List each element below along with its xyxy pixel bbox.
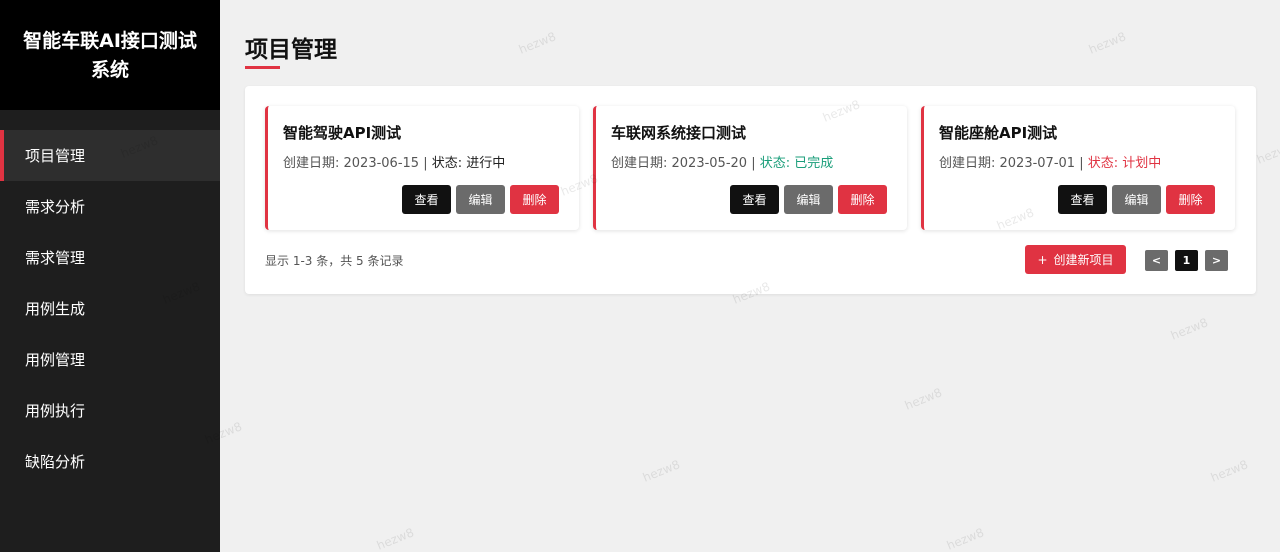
page-number-button[interactable]: 1 [1175,250,1198,271]
sidebar-item-label: 用例执行 [25,402,86,420]
title-underline [245,66,280,69]
sidebar-item-case-execution[interactable]: 用例执行 [0,385,220,436]
prev-page-button[interactable]: < [1145,250,1168,271]
sidebar-item-case-generation[interactable]: 用例生成 [0,283,220,334]
app-title: 智能车联AI接口测试系统 [0,0,220,110]
sidebar-item-label: 用例管理 [25,351,86,369]
project-card: 智能驾驶API测试 创建日期: 2023-06-15 | 状态: 进行中 查看 … [265,106,579,230]
create-project-label: 创建新项目 [1053,253,1114,267]
view-button[interactable]: 查看 [402,185,451,214]
sidebar-item-label: 缺陷分析 [25,453,86,471]
status-value: 已完成 [794,156,834,171]
edit-button[interactable]: 编辑 [1112,185,1161,214]
edit-button[interactable]: 编辑 [456,185,505,214]
view-button[interactable]: 查看 [1058,185,1107,214]
created-date: 创建日期: 2023-05-20 | [611,156,760,171]
page-title: 项目管理 [245,37,337,63]
project-panel: 智能驾驶API测试 创建日期: 2023-06-15 | 状态: 进行中 查看 … [245,86,1256,294]
sidebar-item-requirement-management[interactable]: 需求管理 [0,232,220,283]
status-label: 状态: [431,156,467,171]
create-project-button[interactable]: + 创建新项目 [1025,245,1126,274]
project-card: 智能座舱API测试 创建日期: 2023-07-01 | 状态: 计划中 查看 … [921,106,1235,230]
project-name: 智能座舱API测试 [939,124,1058,142]
plus-icon: + [1037,252,1048,267]
sidebar-item-label: 需求管理 [25,249,86,267]
sidebar: 智能车联AI接口测试系统 项目管理 需求分析 需求管理 用例生成 用例管理 用例… [0,0,220,552]
project-meta: 创建日期: 2023-07-01 | 状态: 计划中 [939,152,1161,171]
status-label: 状态: [1087,156,1123,171]
sidebar-item-defect-analysis[interactable]: 缺陷分析 [0,436,220,487]
card-actions: 查看 编辑 删除 [402,185,559,214]
created-date: 创建日期: 2023-07-01 | [939,156,1088,171]
delete-button[interactable]: 删除 [838,185,887,214]
records-count: 显示 1-3 条，共 5 条记录 [265,254,404,268]
view-button[interactable]: 查看 [730,185,779,214]
delete-button[interactable]: 删除 [510,185,559,214]
status-label: 状态: [759,156,795,171]
project-meta: 创建日期: 2023-06-15 | 状态: 进行中 [283,152,505,171]
card-actions: 查看 编辑 删除 [730,185,887,214]
project-meta: 创建日期: 2023-05-20 | 状态: 已完成 [611,152,833,171]
project-name: 车联网系统接口测试 [611,124,747,142]
status-value: 计划中 [1122,156,1162,171]
sidebar-item-project-management[interactable]: 项目管理 [0,130,220,181]
sidebar-nav: 项目管理 需求分析 需求管理 用例生成 用例管理 用例执行 缺陷分析 [0,130,220,487]
sidebar-item-label: 项目管理 [25,147,86,165]
edit-button[interactable]: 编辑 [784,185,833,214]
card-actions: 查看 编辑 删除 [1058,185,1215,214]
main-content: 项目管理 智能驾驶API测试 创建日期: 2023-06-15 | 状态: 进行… [220,0,1280,552]
sidebar-item-case-management[interactable]: 用例管理 [0,334,220,385]
project-name: 智能驾驶API测试 [283,124,402,142]
sidebar-item-requirement-analysis[interactable]: 需求分析 [0,181,220,232]
next-page-button[interactable]: > [1205,250,1228,271]
status-value: 进行中 [466,156,506,171]
delete-button[interactable]: 删除 [1166,185,1215,214]
pagination: < 1 > [1145,250,1228,271]
created-date: 创建日期: 2023-06-15 | [283,156,432,171]
sidebar-item-label: 用例生成 [25,300,86,318]
project-card: 车联网系统接口测试 创建日期: 2023-05-20 | 状态: 已完成 查看 … [593,106,907,230]
sidebar-item-label: 需求分析 [25,198,86,216]
